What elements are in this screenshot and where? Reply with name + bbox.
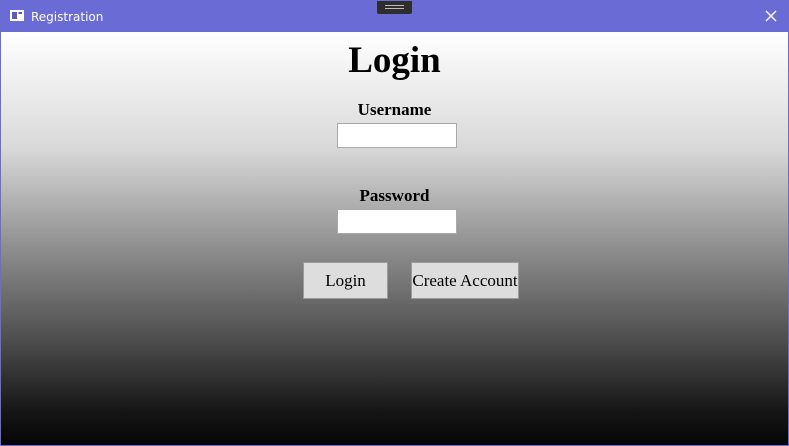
window-icon	[10, 10, 24, 21]
title-bar[interactable]: Registration	[1, 1, 788, 32]
username-label: Username	[357, 100, 432, 119]
close-icon[interactable]	[762, 7, 780, 25]
login-form: Login Username Password Login Create Acc…	[1, 32, 788, 445]
password-label: Password	[359, 186, 430, 205]
page-title: Login	[348, 40, 441, 81]
drag-handle[interactable]	[377, 1, 412, 14]
registration-window: Registration Login Username Password Log…	[0, 0, 789, 446]
window-title: Registration	[31, 10, 104, 24]
username-input[interactable]	[337, 123, 457, 148]
login-button[interactable]: Login	[303, 262, 388, 299]
password-input[interactable]	[337, 209, 457, 234]
create-account-button[interactable]: Create Account	[411, 262, 519, 299]
